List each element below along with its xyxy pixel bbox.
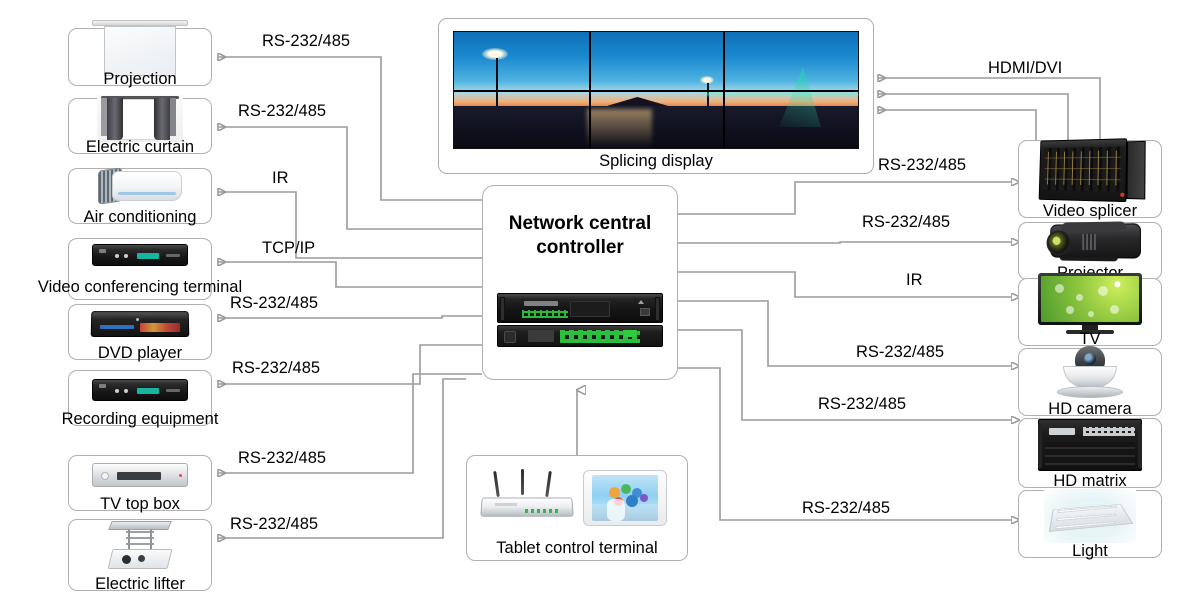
device-box-electric-lifter[interactable]: Electric lifter <box>68 519 212 592</box>
video-wall-bezel-grid <box>454 32 858 148</box>
device-label-tv-top-box: TV top box <box>100 494 180 513</box>
device-label-hd-camera: HD camera <box>1048 399 1132 418</box>
device-label-light: Light <box>1072 541 1108 560</box>
device-label-electric-lifter: Electric lifter <box>95 574 185 593</box>
tablet-icon <box>583 470 667 526</box>
device-label-video-splicer: Video splicer <box>1042 201 1138 220</box>
device-label-tv: TV <box>1079 329 1101 348</box>
device-box-dvd-player[interactable]: DVD player <box>68 304 212 361</box>
device-box-recording-equipment[interactable]: Recording equipment <box>62 370 218 427</box>
central-controller-device-image <box>497 293 663 347</box>
matrix-switch-icon <box>1038 419 1142 471</box>
ptz-camera-icon <box>1051 346 1129 402</box>
television-icon <box>1038 273 1142 335</box>
projector-icon <box>1041 221 1143 265</box>
device-label-dvd-player: DVD player <box>97 343 183 362</box>
device-label-recording-equipment: Recording equipment <box>61 409 219 428</box>
central-controller-title: Network central controller <box>508 213 652 258</box>
air-conditioner-icon <box>96 165 184 211</box>
light-panel-icon <box>1044 489 1136 543</box>
rack-chassis-icon <box>1038 138 1146 203</box>
controller-rack-unit-bottom <box>497 325 663 347</box>
link-label-dvd-player: RS-232/485 <box>230 294 319 312</box>
controller-rack-unit-top <box>497 293 663 323</box>
tablet-control-terminal-label: Tablet control terminal <box>496 539 658 557</box>
link-label-hd-matrix: RS-232/485 <box>818 395 907 413</box>
device-label-video-conferencing-terminal: Video conferencing terminal <box>37 278 243 297</box>
link-label-light: RS-232/485 <box>802 499 891 517</box>
device-box-projector[interactable]: Projector <box>1018 221 1162 281</box>
network-central-controller-box[interactable]: Network central controller <box>482 185 678 380</box>
link-label-air-conditioning: IR <box>272 169 289 187</box>
link-label-electric-curtain: RS-232/485 <box>238 102 327 120</box>
diagram-canvas: Splicing display Network central control… <box>0 0 1200 615</box>
set-top-box-icon <box>92 463 188 487</box>
link-label-electric-lifter: RS-232/485 <box>230 515 319 533</box>
device-label-electric-curtain: Electric curtain <box>85 137 195 156</box>
device-box-air-conditioning[interactable]: Air conditioning <box>68 165 212 225</box>
tablet-control-terminal-box[interactable]: Tablet control terminal <box>466 455 688 561</box>
link-label-hdmi-dvi: HDMI/DVI <box>988 59 1063 77</box>
wireless-router-icon <box>479 469 575 525</box>
link-label-tv-top-box: RS-232/485 <box>238 449 327 467</box>
dvd-player-icon <box>90 311 190 338</box>
device-box-electric-curtain[interactable]: Electric curtain <box>68 94 212 155</box>
link-label-projector: RS-232/485 <box>862 213 951 231</box>
device-box-hd-camera[interactable]: HD camera <box>1018 346 1162 417</box>
device-box-video-splicer[interactable]: Video splicer <box>1018 138 1162 219</box>
electric-lifter-icon <box>104 521 176 573</box>
curtain-icon <box>97 94 183 142</box>
video-wall-image <box>453 31 859 149</box>
device-label-projection: Projection <box>103 69 177 88</box>
device-box-video-conferencing-terminal[interactable]: Video conferencing terminal <box>38 238 242 300</box>
device-box-tv[interactable]: TV <box>1018 273 1162 347</box>
device-box-hd-matrix[interactable]: HD matrix <box>1018 418 1162 489</box>
link-label-tv: IR <box>906 271 923 289</box>
link-label-video-splicer: RS-232/485 <box>878 156 967 174</box>
device-box-light[interactable]: Light <box>1018 489 1162 559</box>
device-box-tv-top-box[interactable]: TV top box <box>68 455 212 512</box>
av-deck-icon <box>92 379 188 401</box>
link-label-hd-camera: RS-232/485 <box>856 343 945 361</box>
device-label-hd-matrix: HD matrix <box>1053 471 1127 490</box>
link-label-recording-equipment: RS-232/485 <box>232 359 321 377</box>
link-label-projection: RS-232/485 <box>262 32 351 50</box>
link-label-video-conferencing: TCP/IP <box>262 239 316 257</box>
device-box-projection[interactable]: Projection <box>68 20 212 87</box>
av-deck-icon <box>92 244 188 266</box>
device-label-air-conditioning: Air conditioning <box>83 207 197 226</box>
splicing-display-box[interactable]: Splicing display <box>438 18 874 174</box>
splicing-display-label: Splicing display <box>599 152 713 170</box>
